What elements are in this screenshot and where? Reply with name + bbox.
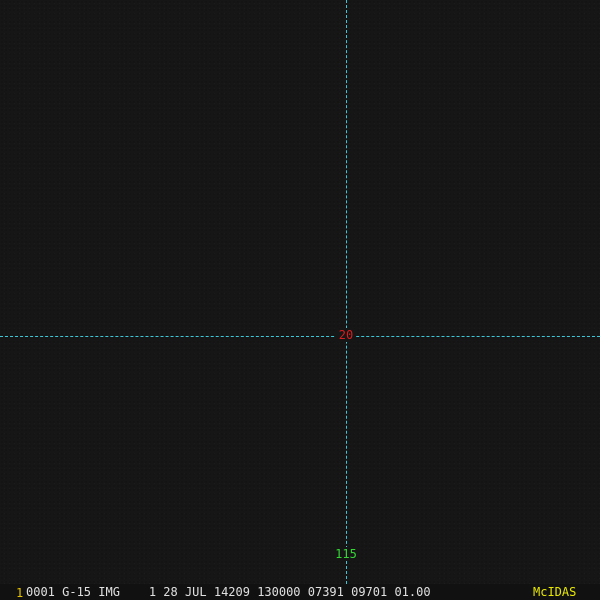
longitude-grid-line: [346, 0, 347, 584]
longitude-label: 115: [331, 547, 361, 561]
image-info-text: 0001 G-15 IMG 1 28 JUL 14209 130000 0739…: [26, 585, 431, 599]
satellite-image-frame[interactable]: [0, 0, 600, 584]
frame-number: 1: [16, 586, 24, 600]
image-status-bar: 1 0001 G-15 IMG 1 28 JUL 14209 130000 07…: [0, 584, 600, 600]
latitude-grid-line: [0, 336, 600, 337]
latitude-label: 20: [336, 328, 356, 342]
mcidas-branding-label: McIDAS: [533, 585, 577, 599]
mcidas-display-window[interactable]: 20 115 1 0001 G-15 IMG 1 28 JUL 14209 13…: [0, 0, 600, 600]
